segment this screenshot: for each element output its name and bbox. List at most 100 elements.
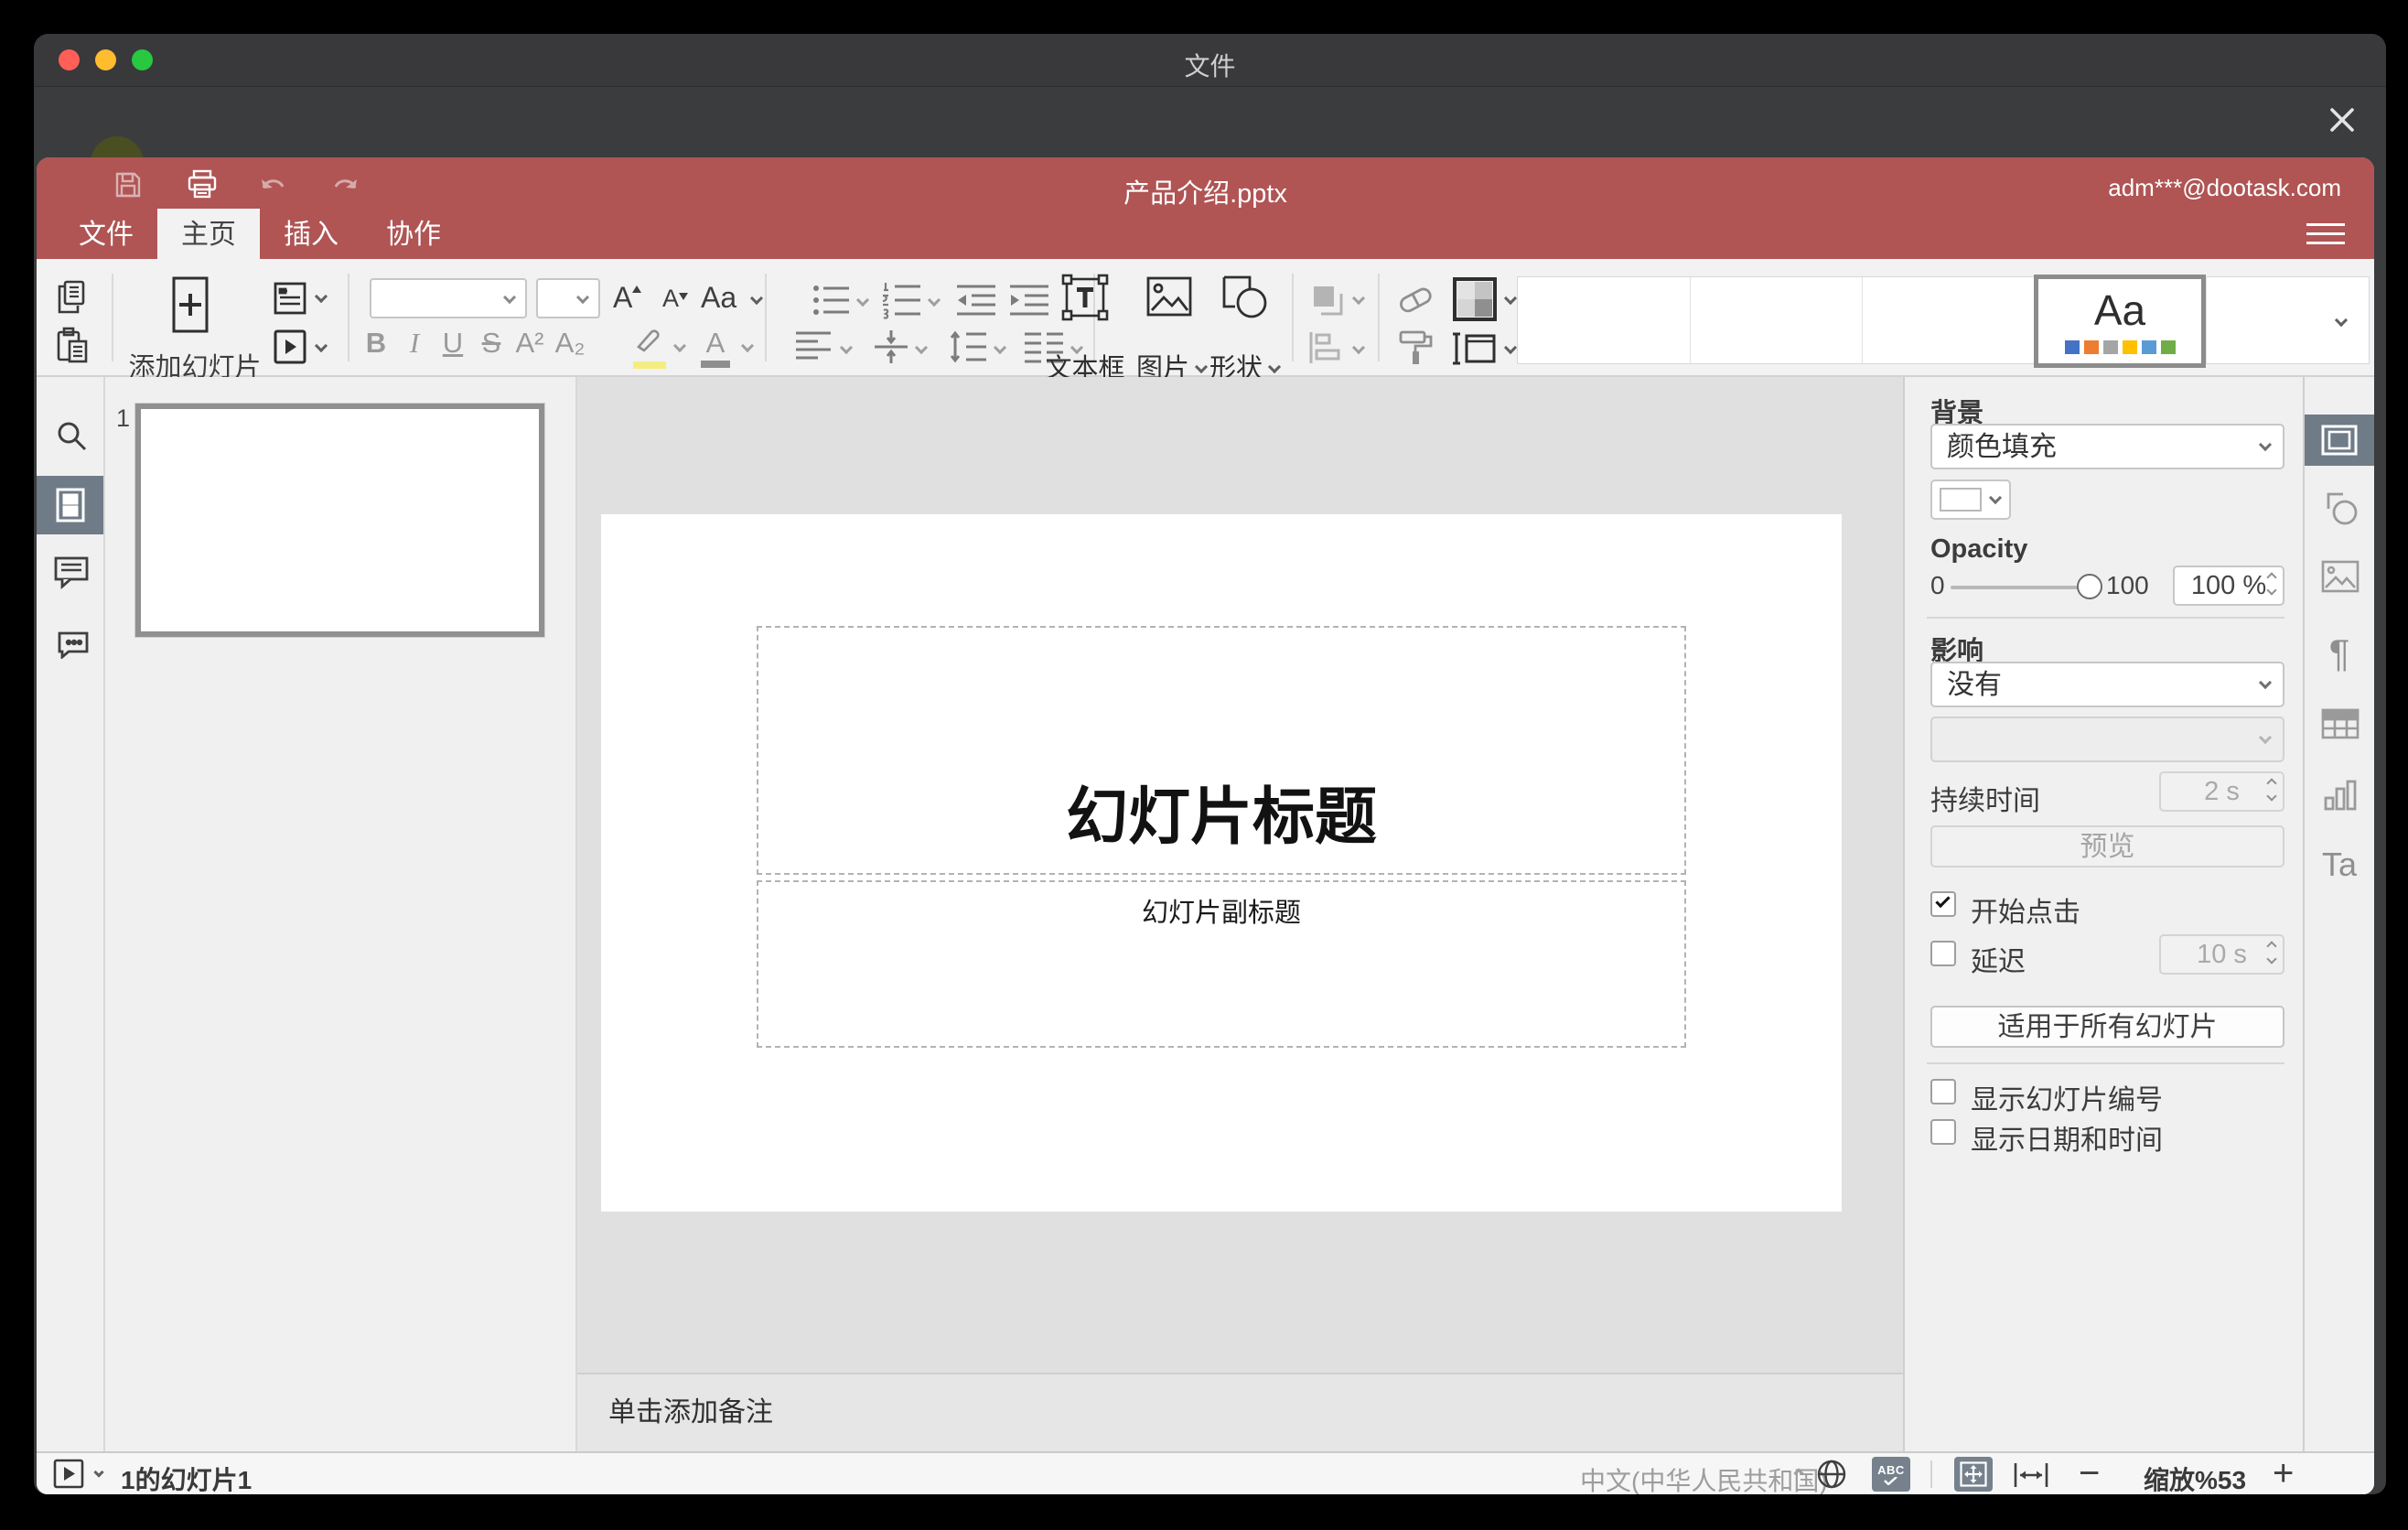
align-shape-icon[interactable]: [1308, 330, 1347, 372]
fill-type-select[interactable]: 颜色填充: [1930, 424, 2284, 469]
line-spacing-chevron-icon[interactable]: [993, 340, 1007, 355]
italic-icon[interactable]: I: [397, 327, 432, 360]
theme-gallery-chevron-icon[interactable]: [2334, 313, 2349, 328]
effect-select[interactable]: 没有: [1930, 662, 2284, 707]
text-art-settings-icon[interactable]: Ta: [2305, 846, 2374, 884]
theme-option-2[interactable]: [1690, 277, 1862, 363]
decrease-font-icon[interactable]: A: [662, 285, 689, 313]
preview-button[interactable]: 预览: [1930, 825, 2284, 867]
numbering-icon[interactable]: [882, 281, 922, 327]
duration-spinner[interactable]: 2 s: [2159, 771, 2284, 812]
sidebar-item-slides[interactable]: [37, 476, 103, 534]
language-selector[interactable]: 中文(中华人民共和国): [1580, 1461, 1828, 1494]
font-name-select[interactable]: [370, 278, 527, 318]
superscript-icon[interactable]: A²: [512, 327, 547, 360]
arrange-shape-icon[interactable]: [1308, 281, 1347, 327]
slide-thumbnail[interactable]: [134, 403, 545, 638]
subscript-icon[interactable]: A₂: [553, 327, 587, 360]
show-date-time-checkbox[interactable]: [1930, 1119, 1956, 1145]
horizontal-align-chevron-icon[interactable]: [839, 340, 854, 355]
sidebar-item-slide-settings[interactable]: [2305, 415, 2374, 466]
comments-icon[interactable]: [54, 556, 89, 594]
underline-icon[interactable]: U: [435, 327, 470, 360]
opacity-slider-handle[interactable]: [2077, 574, 2102, 599]
opacity-spinner[interactable]: 100 %: [2173, 566, 2284, 606]
notes-area[interactable]: 单击添加备注: [577, 1373, 1903, 1451]
shape-settings-icon[interactable]: [2323, 489, 2360, 532]
image-icon[interactable]: [1145, 275, 1193, 325]
fit-to-width-icon[interactable]: [2013, 1461, 2049, 1494]
paint-roller-icon[interactable]: [1398, 329, 1435, 374]
title-placeholder[interactable]: 幻灯片标题: [757, 626, 1686, 875]
search-icon[interactable]: [55, 419, 88, 457]
arrange-shape-chevron-icon[interactable]: [1351, 291, 1366, 306]
change-case-icon[interactable]: Aa: [701, 281, 736, 315]
delay-checkbox[interactable]: [1930, 941, 1956, 966]
show-slide-number-checkbox[interactable]: [1930, 1079, 1956, 1104]
numbering-chevron-icon[interactable]: [927, 293, 941, 307]
table-settings-icon[interactable]: [2321, 708, 2360, 744]
start-slideshow-chevron-icon[interactable]: [314, 339, 328, 353]
align-shape-chevron-icon[interactable]: [1351, 340, 1366, 355]
color-scheme-chevron-icon[interactable]: [1503, 291, 1518, 306]
bullets-icon[interactable]: [812, 283, 851, 325]
increase-font-icon[interactable]: A: [613, 281, 642, 315]
fit-to-slide-icon[interactable]: [1954, 1457, 1993, 1492]
highlight-color-icon[interactable]: [633, 327, 666, 369]
slide[interactable]: 幻灯片标题 幻灯片副标题: [601, 514, 1842, 1212]
theme-option-1[interactable]: [1518, 277, 1690, 363]
image-settings-icon[interactable]: [2321, 560, 2360, 598]
tab-file[interactable]: 文件: [55, 209, 157, 259]
text-box-icon[interactable]: [1059, 272, 1111, 330]
opacity-slider-track[interactable]: [1951, 586, 2080, 589]
font-size-select[interactable]: [536, 278, 600, 318]
globe-icon[interactable]: [1815, 1458, 1848, 1494]
vertical-align-icon[interactable]: [873, 329, 909, 372]
zoom-in-icon[interactable]: +: [2273, 1453, 2294, 1494]
chart-settings-icon[interactable]: [2323, 778, 2358, 817]
start-slideshow-status-icon[interactable]: [53, 1459, 84, 1494]
increase-indent-icon[interactable]: [1008, 283, 1050, 325]
zoom-out-icon[interactable]: −: [2079, 1453, 2100, 1494]
change-case-chevron-icon[interactable]: [749, 291, 764, 306]
subtitle-placeholder[interactable]: 幻灯片副标题: [757, 880, 1686, 1048]
theme-option-selected[interactable]: Aa: [2034, 275, 2206, 368]
bullets-chevron-icon[interactable]: [855, 293, 870, 307]
theme-option-5[interactable]: [2206, 277, 2314, 363]
copy-icon[interactable]: [55, 279, 90, 323]
slide-size-icon[interactable]: [1451, 330, 1497, 374]
close-icon[interactable]: [2326, 103, 2359, 136]
fill-color-select[interactable]: [1930, 479, 2011, 520]
slide-layout-chevron-icon[interactable]: [314, 289, 328, 304]
paste-icon[interactable]: [55, 327, 90, 372]
color-scheme-icon[interactable]: [1453, 277, 1497, 329]
tab-collaboration[interactable]: 协作: [362, 209, 465, 259]
eraser-icon[interactable]: [1396, 281, 1436, 325]
effect-type-select[interactable]: [1930, 717, 2284, 762]
tab-home[interactable]: 主页: [157, 209, 260, 259]
bold-icon[interactable]: B: [359, 327, 393, 360]
chat-icon[interactable]: [54, 626, 89, 663]
slide-layout-icon[interactable]: [273, 279, 307, 325]
strikeout-icon[interactable]: S: [474, 327, 509, 360]
line-spacing-icon[interactable]: [948, 329, 988, 372]
font-color-icon[interactable]: A: [701, 327, 730, 368]
slide-size-chevron-icon[interactable]: [1503, 340, 1518, 355]
spellcheck-icon[interactable]: ABC: [1872, 1457, 1910, 1492]
menu-icon[interactable]: [2306, 223, 2345, 244]
vertical-align-chevron-icon[interactable]: [914, 340, 929, 355]
start-slideshow-icon[interactable]: [273, 329, 307, 372]
start-on-click-checkbox[interactable]: [1930, 891, 1956, 917]
paragraph-settings-icon[interactable]: ¶: [2305, 631, 2374, 675]
tab-insert[interactable]: 插入: [260, 209, 362, 259]
decrease-indent-icon[interactable]: [955, 283, 997, 325]
theme-option-3[interactable]: [1862, 277, 2034, 363]
font-color-chevron-icon[interactable]: [740, 339, 755, 353]
highlight-color-chevron-icon[interactable]: [672, 339, 687, 353]
delay-spinner[interactable]: 10 s: [2159, 934, 2284, 975]
slideshow-chevron-icon[interactable]: [93, 1467, 104, 1478]
apply-to-all-button[interactable]: 适用于所有幻灯片: [1930, 1006, 2284, 1048]
shape-icon[interactable]: [1220, 274, 1270, 327]
add-slide-icon[interactable]: [171, 275, 210, 341]
horizontal-align-icon[interactable]: [794, 330, 833, 371]
